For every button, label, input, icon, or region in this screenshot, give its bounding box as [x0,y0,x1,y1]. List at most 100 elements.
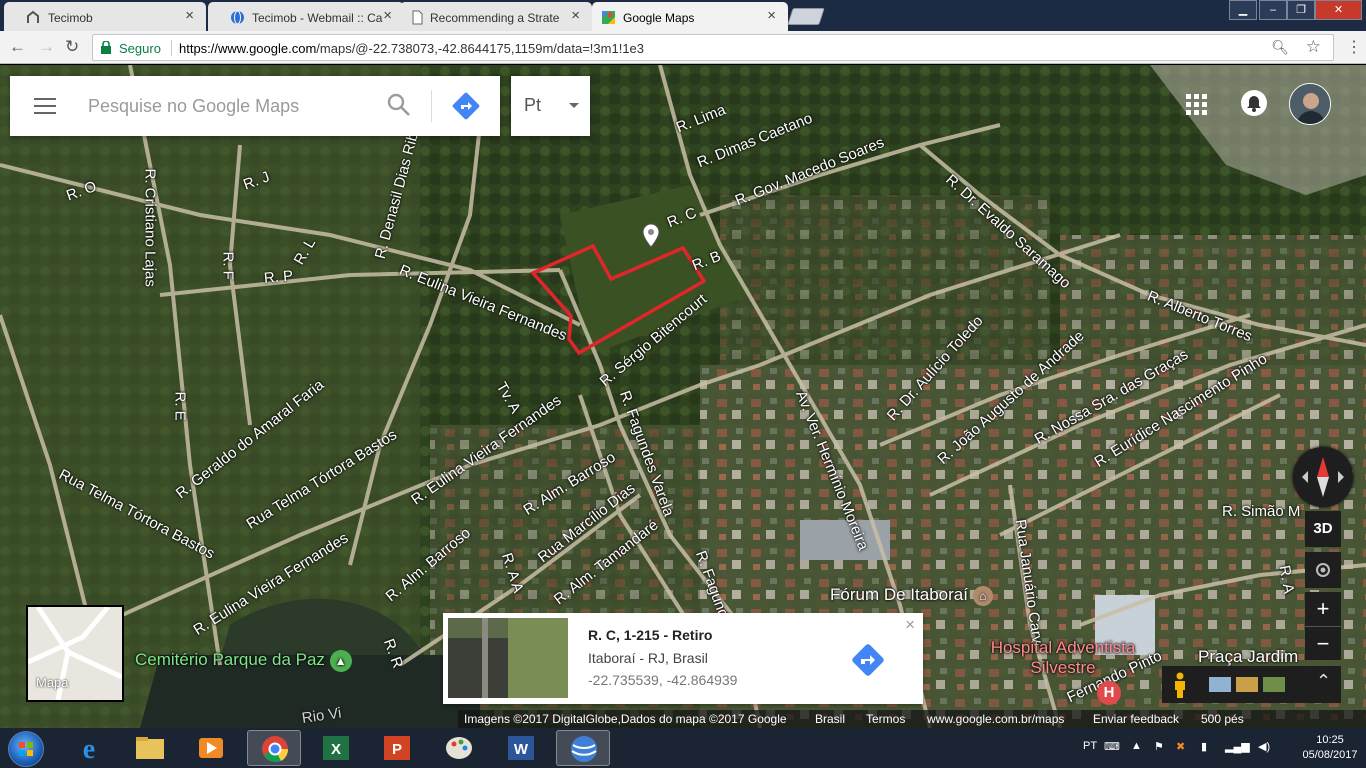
scale-label[interactable]: 500 pés [1201,712,1244,726]
keyboard-icon[interactable]: ⌨ [1104,740,1120,753]
imagery-thumbnail[interactable] [1263,677,1285,692]
hospital-icon[interactable]: H [1097,681,1121,705]
poi-hospital[interactable]: Hospital Adventista Silvestre [973,638,1153,678]
url-text[interactable]: https://www.google.com/maps/@-22.738073,… [179,41,644,56]
expand-up-icon[interactable]: ⌃ [1316,671,1331,692]
directions-icon[interactable] [452,92,480,120]
feedback-link[interactable]: Enviar feedback [1093,712,1179,726]
media-player-icon[interactable] [184,730,238,766]
secure-label: Seguro [119,41,161,56]
zoom-icon[interactable]: 🔍︎ [1271,39,1289,56]
poi-cemetery[interactable]: Cemitério Parque da Paz ▲ [135,650,352,672]
search-input[interactable] [88,92,378,120]
url-host: https://www.google.com [179,41,317,56]
landmark-icon: ⌂ [972,586,993,606]
close-tab-icon[interactable]: × [767,8,776,23]
street-label: R. E [171,391,189,421]
document-icon [412,10,423,25]
clock-date: 05/08/2017 [1302,749,1358,761]
chrome-menu-icon[interactable]: ⋮ [1346,37,1362,57]
profile-button[interactable]: – [1259,0,1287,20]
chrome-icon[interactable] [247,730,301,766]
notifications-bell-icon[interactable] [1241,90,1267,116]
close-tab-icon[interactable]: × [383,8,392,23]
close-tab-icon[interactable]: × [571,8,580,23]
apps-grid-icon[interactable] [1186,94,1208,116]
compass-icon [1302,457,1344,497]
search-box [10,76,500,136]
minimize-button[interactable]: ▁ [1229,0,1257,20]
zoom-out-button[interactable]: − [1305,626,1341,660]
my-location-button[interactable] [1305,552,1341,588]
browser-toolbar: ← → ↻ Seguro https://www.google.com/maps… [0,31,1366,64]
avatar[interactable] [1289,83,1331,125]
map-view-toggle[interactable]: Mapa [26,605,124,702]
country-link[interactable]: Brasil [815,712,845,726]
word-icon[interactable]: W [494,730,548,766]
language-label: Pt [524,95,542,115]
close-icon[interactable]: × [905,615,915,635]
tab-title: Tecimob [48,11,93,25]
windows-taskbar: e X P W PT ⌨ ▲ ⚑ ✖ ▮ ▂▄▆ ◀) 10:25 05/08/… [0,728,1366,768]
poi-praca[interactable]: Praça Jardim [1198,647,1298,667]
tab-google-maps[interactable]: Google Maps × [592,2,788,31]
street-label: R. F [219,251,237,280]
toggle-3d-button[interactable]: 3D [1305,511,1341,547]
directions-icon[interactable] [850,642,886,678]
start-button[interactable] [8,731,44,767]
compass-button[interactable] [1293,447,1353,507]
tray-app-icon[interactable]: ✖ [1176,740,1185,753]
close-window-button[interactable]: ✕ [1315,0,1362,20]
reload-icon[interactable]: ↻ [65,37,79,57]
network-signal-icon[interactable]: ▂▄▆ [1225,740,1250,753]
excel-icon[interactable]: X [309,730,363,766]
poi-forum[interactable]: Fórum De Itaboraí ⌂ [830,585,993,606]
tab-title: Google Maps [623,11,695,25]
imagery-thumbnail[interactable] [1209,677,1231,692]
file-explorer-icon[interactable] [123,730,177,766]
show-hidden-icons-icon[interactable]: ▲ [1131,740,1142,752]
svg-text:X: X [331,741,341,758]
separator [431,90,432,122]
language-indicator[interactable]: PT [1083,740,1097,752]
bookmark-star-icon[interactable]: ☆ [1306,37,1321,57]
browser-tab-strip: Tecimob × Tecimob - Webmail :: Ca × Reco… [0,0,1366,31]
paint-icon[interactable] [432,730,486,766]
forward-icon[interactable]: → [38,37,55,57]
action-center-flag-icon[interactable]: ⚑ [1154,740,1164,753]
tab-webmail[interactable]: Tecimob - Webmail :: Ca × [208,2,404,31]
imagery-controls: ⌃ [1162,666,1341,703]
menu-icon[interactable] [34,98,56,114]
domain-link[interactable]: www.google.com.br/maps [927,712,1064,726]
tab-title: Recommending a Strate [430,11,560,25]
close-tab-icon[interactable]: × [185,8,194,23]
street-view-thumbnail[interactable] [448,618,568,698]
pegman-icon[interactable] [1172,672,1188,698]
zoom-in-button[interactable]: + [1305,592,1341,626]
street-view-photo [448,618,568,698]
lock-icon [101,41,111,54]
back-icon[interactable]: ← [9,37,26,57]
place-title: R. C, 1-215 - Retiro [588,627,713,643]
place-coordinates: -22.735539, -42.864939 [588,672,738,688]
restore-button[interactable]: ❐ [1287,0,1315,20]
new-tab-button[interactable] [787,8,825,25]
tab-tecimob[interactable]: Tecimob × [4,2,206,31]
volume-icon[interactable]: ◀) [1258,740,1270,753]
language-selector[interactable]: Pt [511,76,590,136]
power-icon[interactable]: ▮ [1201,740,1207,753]
search-icon[interactable] [386,92,412,118]
system-clock[interactable]: 10:25 05/08/2017 [1298,733,1362,763]
map-footer: Imagens ©2017 DigitalGlobe,Dados do mapa… [458,710,1366,728]
tab-recommending[interactable]: Recommending a Strate × [400,2,592,31]
globe-icon [231,10,244,25]
address-bar[interactable]: Seguro https://www.google.com/maps/@-22.… [92,34,1334,61]
internet-explorer-icon[interactable]: e [62,730,116,766]
terms-link[interactable]: Termos [866,712,905,726]
tab-title: Tecimob - Webmail :: Ca [252,11,383,25]
google-earth-icon[interactable] [556,730,610,766]
place-card[interactable]: R. C, 1-215 - Retiro Itaboraí - RJ, Bras… [443,613,923,704]
imagery-thumbnail[interactable] [1236,677,1258,692]
powerpoint-icon[interactable]: P [370,730,424,766]
street-label: R. P [263,267,294,287]
